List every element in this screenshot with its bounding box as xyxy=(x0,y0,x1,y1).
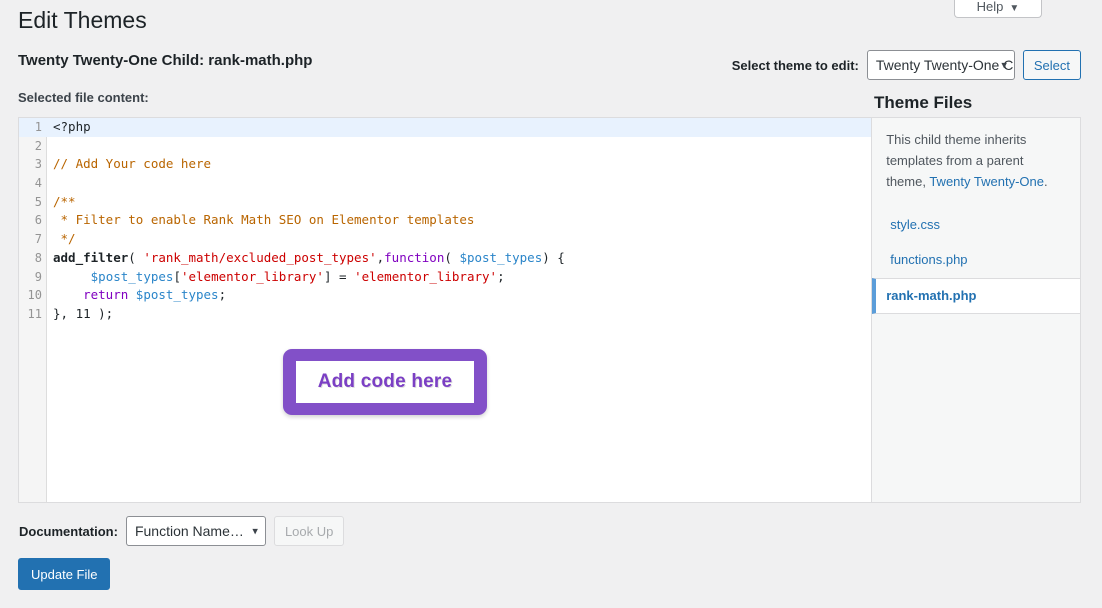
look-up-button: Look Up xyxy=(273,516,345,546)
line-number: 6 xyxy=(34,213,42,228)
update-file-button[interactable]: Update File xyxy=(18,558,111,590)
code-line-text: }, 11 ); xyxy=(47,305,871,324)
theme-file-item[interactable]: functions.php xyxy=(872,243,1080,278)
chevron-down-icon: ▾ xyxy=(252,525,258,538)
child-theme-note-suffix: . xyxy=(1043,173,1048,189)
child-theme-note: This child theme inherits templates from… xyxy=(872,130,1080,192)
code-token: function xyxy=(384,249,445,265)
code-token: <?php xyxy=(53,119,91,134)
code-line: 8 add_filter( 'rank_math/excluded_post_ty… xyxy=(19,249,871,268)
line-number: 1 xyxy=(19,118,47,137)
code-line-text: return $post_types; xyxy=(47,286,871,305)
documentation-row: Documentation: Function Name… ▾ Look Up xyxy=(19,516,345,546)
code-line: 6 * Filter to enable Rank Math SEO on El… xyxy=(19,211,871,230)
theme-selector-label: Select theme to edit: xyxy=(731,57,859,73)
code-token: 'elementor_library' xyxy=(180,268,324,284)
theme-files-heading: Theme Files xyxy=(874,93,973,112)
code-lines: 1 <?php 2 3 // Add Your code here 4 5 /** 6 * Fi… xyxy=(19,118,872,324)
parent-theme-link[interactable]: Twenty Twenty-One xyxy=(929,174,1044,189)
theme-files-sidebar: This child theme inherits templates from… xyxy=(872,118,1081,502)
theme-files-list: style.css functions.php rank-math.php xyxy=(872,208,1081,315)
code-token: $post_types xyxy=(90,268,174,284)
file-heading: Twenty Twenty-One Child: rank-math.php xyxy=(18,52,313,69)
code-token: $post_types xyxy=(135,287,219,303)
page-title: Edit Themes xyxy=(18,7,147,33)
code-line: 11 }, 11 ); xyxy=(19,305,871,324)
line-number: 3 xyxy=(34,157,42,172)
code-line: 9 $post_types['elementor_library'] = 'el… xyxy=(19,268,871,287)
code-token: /** xyxy=(53,193,76,209)
theme-file-item[interactable]: style.css xyxy=(872,208,1080,243)
code-token: 'elementor_library' xyxy=(354,268,498,284)
code-line: 10 return $post_types; xyxy=(19,286,871,305)
code-line-text: * Filter to enable Rank Math SEO on Elem… xyxy=(47,211,871,230)
select-theme-button[interactable]: Select xyxy=(1022,50,1081,80)
documentation-label: Documentation: xyxy=(19,523,118,539)
documentation-select-dropdown[interactable]: Function Name… ▾ xyxy=(125,516,266,546)
line-number: 8 xyxy=(34,250,42,265)
code-line: 2 xyxy=(19,137,871,156)
code-token: ( xyxy=(444,249,460,265)
code-token: }, 11 ); xyxy=(53,305,114,321)
code-line: 3 // Add Your code here xyxy=(19,155,871,174)
code-line: 4 xyxy=(19,174,871,193)
code-line: 1 <?php xyxy=(19,118,872,137)
code-line-text: */ xyxy=(47,230,871,249)
code-token: ; xyxy=(218,287,227,303)
code-token: $post_types xyxy=(459,249,543,265)
line-number: 11 xyxy=(27,306,42,321)
code-line-text: add_filter( 'rank_math/excluded_post_typ… xyxy=(47,249,871,268)
code-line-text: /** xyxy=(47,193,871,212)
code-line-text: // Add Your code here xyxy=(47,155,871,174)
theme-editor-panel: 1 <?php 2 3 // Add Your code here 4 5 /** 6 * Fi… xyxy=(18,117,1081,503)
code-line: 5 /** xyxy=(19,193,871,212)
code-token: */ xyxy=(53,231,76,247)
code-token: 'rank_math/excluded_post_types' xyxy=(143,249,377,265)
chevron-down-icon: ▼ xyxy=(1009,3,1020,14)
documentation-select-value: Function Name… xyxy=(134,523,244,539)
help-tab[interactable]: Help ▼ xyxy=(954,0,1042,18)
theme-selector: Select theme to edit: Twenty Twenty-One … xyxy=(732,50,1081,80)
code-token: ) { xyxy=(542,249,565,265)
line-number: 4 xyxy=(34,176,42,191)
line-number: 10 xyxy=(27,288,42,303)
line-number: 9 xyxy=(34,269,42,284)
chevron-down-icon: ▾ xyxy=(1001,59,1007,72)
code-line-text: $post_types['elementor_library'] = 'elem… xyxy=(47,268,871,287)
theme-select-dropdown[interactable]: Twenty Twenty-One Child ▾ xyxy=(866,50,1015,80)
code-token: add_filter xyxy=(53,249,129,265)
line-number: 2 xyxy=(34,138,42,153)
help-tab-label: Help xyxy=(976,0,1004,14)
selected-file-content-label: Selected file content: xyxy=(18,90,149,105)
code-token: ; xyxy=(497,268,505,284)
add-code-here-annotation: Add code here xyxy=(283,349,487,415)
code-token: // Add Your code here xyxy=(53,156,212,172)
code-token: ] = xyxy=(323,268,355,284)
code-editor[interactable]: 1 <?php 2 3 // Add Your code here 4 5 /** 6 * Fi… xyxy=(19,118,873,502)
line-number: 5 xyxy=(34,194,42,209)
annotation-inner-box: Add code here xyxy=(296,361,474,403)
theme-file-item[interactable]: rank-math.php xyxy=(872,277,1081,315)
annotation-label: Add code here xyxy=(317,371,453,392)
code-token: [ xyxy=(173,268,181,284)
code-token: ( xyxy=(128,249,144,265)
code-line: 7 */ xyxy=(19,230,871,249)
theme-select-value: Twenty Twenty-One Child xyxy=(875,57,1014,73)
code-token: return xyxy=(83,287,129,303)
code-line-text: <?php xyxy=(47,118,872,137)
code-token: * Filter to enable Rank Math SEO on Elem… xyxy=(53,212,475,228)
line-number: 7 xyxy=(34,232,42,247)
